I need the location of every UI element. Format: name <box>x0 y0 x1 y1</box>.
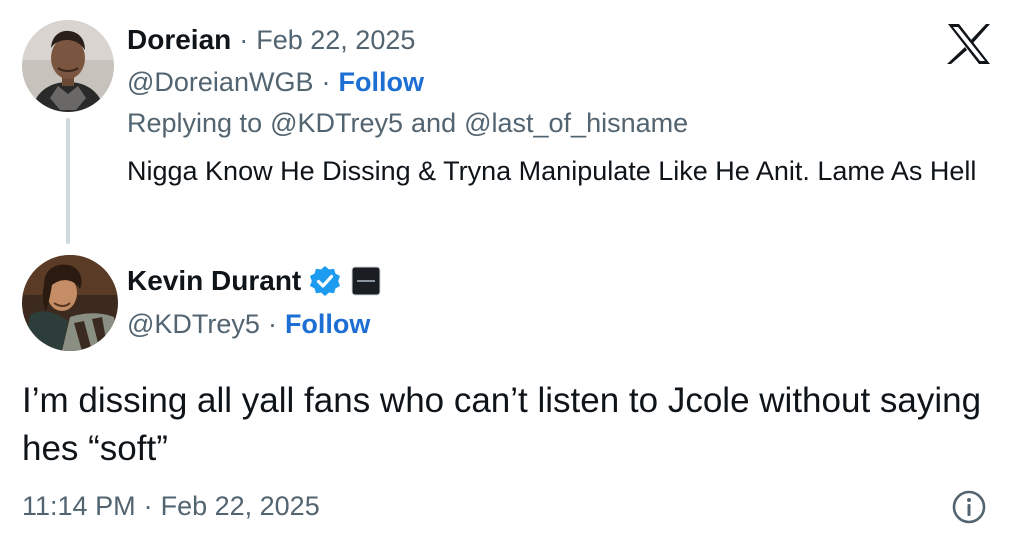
avatar-doreian[interactable] <box>22 20 114 112</box>
thread-connector <box>66 118 70 244</box>
replying-to-line: Replying to @KDTrey5 and @last_of_hisnam… <box>127 105 688 141</box>
separator: · <box>267 308 277 339</box>
info-icon[interactable] <box>951 489 987 525</box>
replying-prefix: Replying to <box>127 107 263 138</box>
parent-handle[interactable]: @DoreianWGB <box>127 67 313 98</box>
parent-header: Doreian · Feb 22, 2025 <box>127 22 415 58</box>
main-handle[interactable]: @KDTrey5 <box>127 309 260 340</box>
main-follow-button[interactable]: Follow <box>285 309 370 340</box>
replying-conjunction: and <box>411 107 457 138</box>
separator: · <box>321 66 331 97</box>
avatar-kevin-durant[interactable] <box>22 255 118 351</box>
parent-author-name[interactable]: Doreian <box>127 24 231 56</box>
tweet-time: 11:14 PM <box>22 490 136 521</box>
separator: · <box>143 490 153 521</box>
main-author-name[interactable]: Kevin Durant <box>127 265 301 297</box>
replying-user-link[interactable]: @last_of_hisname <box>464 108 688 139</box>
main-handle-row: @KDTrey5 · Follow <box>127 306 370 342</box>
parent-follow-button[interactable]: Follow <box>338 67 423 98</box>
tweet-date: Feb 22, 2025 <box>160 490 320 521</box>
replying-user-link[interactable]: @KDTrey5 <box>270 108 403 139</box>
separator: · <box>239 24 249 55</box>
main-tweet-text: I’m dissing all yall fans who can’t list… <box>22 381 982 468</box>
parent-date[interactable]: Feb 22, 2025 <box>256 25 415 56</box>
parent-handle-row: @DoreianWGB · Follow <box>127 64 424 100</box>
verified-badge-icon[interactable] <box>309 265 341 297</box>
parent-tweet-text: Nigga Know He Dissing & Tryna Manipulate… <box>127 156 977 186</box>
affiliate-badge-icon[interactable] <box>351 266 381 296</box>
main-header: Kevin Durant <box>127 262 381 300</box>
tweet-timestamp[interactable]: 11:14 PM · Feb 22, 2025 <box>22 488 320 524</box>
x-logo-icon[interactable] <box>946 22 992 66</box>
